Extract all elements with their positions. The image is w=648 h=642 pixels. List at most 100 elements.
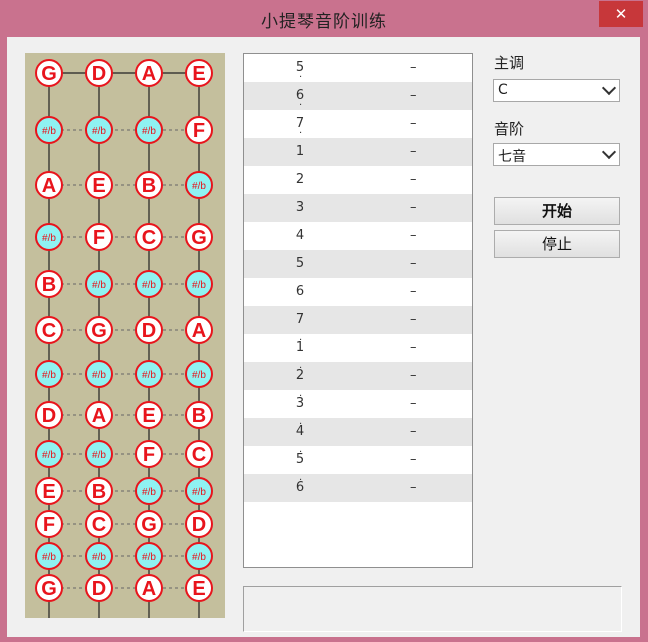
note-number: 4 <box>294 229 306 243</box>
key-select[interactable]: C <box>493 79 620 102</box>
note-label: G <box>191 227 207 249</box>
note-label: E <box>42 481 55 503</box>
note-label: G <box>91 320 107 342</box>
note-label: #/b <box>42 370 56 381</box>
note-row[interactable]: 6 · – <box>244 474 472 502</box>
note-value: – <box>410 200 417 215</box>
note-number: 2 · <box>294 364 306 383</box>
stop-button[interactable]: 停止 <box>494 230 620 258</box>
note-label: A <box>92 405 106 427</box>
note-label: A <box>42 175 56 197</box>
note-label: C <box>142 227 156 249</box>
scale-select-value: 七音 <box>498 149 526 165</box>
note-value: – <box>410 60 417 75</box>
octave-dot-above: · <box>299 363 303 374</box>
note-number: 7 <box>294 313 306 327</box>
note-label: G <box>41 578 57 600</box>
note-label: #/b <box>92 126 106 137</box>
note-label: #/b <box>142 487 156 498</box>
note-row[interactable]: 4– <box>244 222 472 250</box>
close-button[interactable]: ✕ <box>599 1 643 27</box>
octave-dot-above: · <box>299 475 303 486</box>
client-area: G D A E #/b #/b #/b F A E B #/b #/b F C G B #/b #/b #/b C G D A… <box>7 37 640 637</box>
note-label: C <box>42 320 56 342</box>
note-row[interactable]: 5– <box>244 250 472 278</box>
note-row[interactable]: 2– <box>244 166 472 194</box>
note-row[interactable]: 5 · – <box>244 54 472 83</box>
note-label: #/b <box>192 552 206 563</box>
note-label: #/b <box>142 280 156 291</box>
note-label: #/b <box>142 552 156 563</box>
scale-notes-list[interactable]: 5 · –6 · –7 · –1–2–3–4–5–6–7–1 · –2 · –3 · –4 · –5 · –6 ·… <box>243 53 473 568</box>
note-label: D <box>92 578 106 600</box>
note-number: 1 · <box>294 336 306 355</box>
note-row[interactable]: 7 · – <box>244 110 472 139</box>
note-row[interactable]: 5 · – <box>244 446 472 474</box>
note-number: 2 <box>294 173 306 187</box>
note-value: – <box>410 312 417 327</box>
note-value: – <box>410 284 417 299</box>
app-window: 小提琴音阶训练 ✕ G D A E #/b #/b #/b F A E B #/b #/b F C G B #/b… <box>0 0 648 642</box>
note-label: F <box>93 227 105 249</box>
note-label: B <box>142 175 156 197</box>
note-label: E <box>92 175 105 197</box>
note-label: A <box>142 63 156 85</box>
note-label: #/b <box>142 370 156 381</box>
note-value: – <box>410 452 417 467</box>
note-label: D <box>192 514 206 536</box>
note-label: #/b <box>92 370 106 381</box>
note-row[interactable]: 6– <box>244 278 472 306</box>
note-label: #/b <box>42 126 56 137</box>
note-number: 5 · <box>294 61 306 83</box>
note-row[interactable]: 3– <box>244 194 472 222</box>
note-label: D <box>42 405 56 427</box>
note-number: 4 · <box>294 420 306 439</box>
note-row[interactable]: 4 · – <box>244 418 472 446</box>
note-label: B <box>192 405 206 427</box>
fretboard: G D A E #/b #/b #/b F A E B #/b #/b F C G B #/b #/b #/b C G D A… <box>25 53 225 618</box>
octave-dot-above: · <box>299 419 303 430</box>
note-label: B <box>42 274 56 296</box>
note-number-text: 6 <box>295 284 305 299</box>
note-number: 6 <box>294 285 306 299</box>
note-number-text: 3 <box>295 200 305 215</box>
note-row[interactable]: 1 · – <box>244 334 472 362</box>
note-value: – <box>410 396 417 411</box>
note-row[interactable]: 3 · – <box>244 390 472 418</box>
note-label: D <box>142 320 156 342</box>
note-number: 6 · <box>294 476 306 495</box>
note-label: C <box>92 514 106 536</box>
note-value: – <box>410 424 417 439</box>
note-row[interactable]: 2 · – <box>244 362 472 390</box>
title-bar[interactable]: 小提琴音阶训练 ✕ <box>0 0 648 38</box>
note-label: #/b <box>42 233 56 244</box>
note-row[interactable]: 6 · – <box>244 82 472 111</box>
note-label: #/b <box>92 552 106 563</box>
note-label: E <box>142 405 155 427</box>
note-label: F <box>193 120 205 142</box>
octave-dot-above: · <box>299 447 303 458</box>
note-row[interactable]: 7– <box>244 306 472 334</box>
octave-dot-above: · <box>299 391 303 402</box>
start-button[interactable]: 开始 <box>494 197 620 225</box>
note-number-text: 7 <box>295 312 305 327</box>
note-row[interactable]: 1– <box>244 138 472 166</box>
note-value: – <box>410 116 417 131</box>
note-label: E <box>192 578 205 600</box>
note-label: G <box>141 514 157 536</box>
note-label: #/b <box>92 280 106 291</box>
chevron-down-icon <box>601 80 617 96</box>
note-label: F <box>143 444 155 466</box>
scale-select[interactable]: 七音 <box>493 143 620 166</box>
note-value: – <box>410 256 417 271</box>
note-number: 6 · <box>294 89 306 111</box>
note-number: 5 · <box>294 448 306 467</box>
note-value: – <box>410 368 417 383</box>
note-label: #/b <box>192 370 206 381</box>
status-panel <box>243 586 622 632</box>
note-label: #/b <box>192 280 206 291</box>
note-label: #/b <box>142 126 156 137</box>
note-label: A <box>192 320 206 342</box>
note-label: #/b <box>192 181 206 192</box>
octave-dot-above: · <box>299 335 303 346</box>
